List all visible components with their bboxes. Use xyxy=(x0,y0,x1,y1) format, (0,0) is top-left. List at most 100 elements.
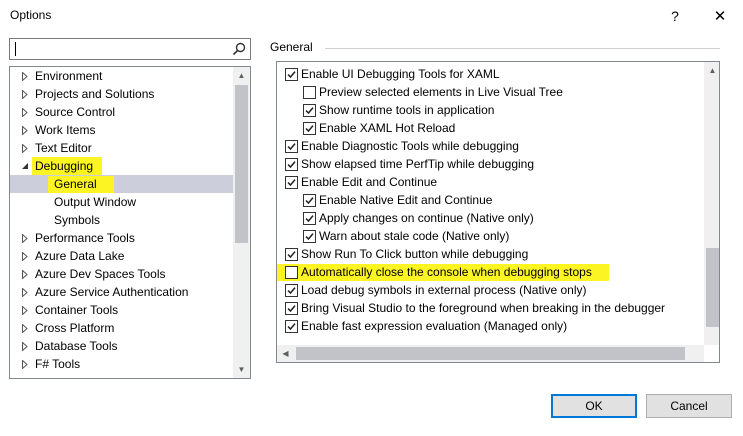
option-row[interactable]: Warn about stale code (Native only) xyxy=(277,227,704,245)
checkbox-unchecked[interactable] xyxy=(285,266,298,279)
option-label: Preview selected elements in Live Visual… xyxy=(319,85,563,99)
checkbox-checked[interactable] xyxy=(303,122,316,135)
checkbox-checked[interactable] xyxy=(303,104,316,117)
expand-arrow-icon[interactable] xyxy=(20,301,30,319)
checkbox-checked[interactable] xyxy=(285,68,298,81)
checkbox-checked[interactable] xyxy=(303,230,316,243)
tree-item-label: Source Control xyxy=(35,105,116,119)
expand-arrow-icon[interactable] xyxy=(20,337,30,355)
checkbox-checked[interactable] xyxy=(285,140,298,153)
option-label: Enable Native Edit and Continue xyxy=(319,193,493,207)
tree-item[interactable]: Symbols xyxy=(10,211,233,229)
tree-item-label: F# Tools xyxy=(35,357,81,371)
cancel-button[interactable]: Cancel xyxy=(646,394,732,418)
option-label: Enable XAML Hot Reload xyxy=(319,121,456,135)
tree-item[interactable]: Environment xyxy=(10,67,233,85)
checkbox-checked[interactable] xyxy=(285,248,298,261)
section-title: General xyxy=(270,40,313,54)
tree-item[interactable]: Azure Data Lake xyxy=(10,247,233,265)
option-row[interactable]: Load debug symbols in external process (… xyxy=(277,281,704,299)
search-input[interactable] xyxy=(18,40,228,58)
tree-item[interactable]: Debugging xyxy=(10,157,233,175)
tree-item[interactable]: Container Tools xyxy=(10,301,233,319)
checkbox-checked[interactable] xyxy=(303,212,316,225)
checkbox-checked[interactable] xyxy=(285,320,298,333)
tree-item-label: Work Items xyxy=(35,123,96,137)
option-row[interactable]: Enable Edit and Continue xyxy=(277,173,704,191)
expand-arrow-icon[interactable] xyxy=(20,265,30,283)
option-row[interactable]: Preview selected elements in Live Visual… xyxy=(277,83,704,101)
tree-item-label: Azure Data Lake xyxy=(35,249,125,263)
tree-item[interactable]: Source Control xyxy=(10,103,233,121)
close-button[interactable]: ✕ xyxy=(697,2,743,30)
tree-item[interactable]: Projects and Solutions xyxy=(10,85,233,103)
tree-item[interactable]: Azure Dev Spaces Tools xyxy=(10,265,233,283)
option-row[interactable]: Enable Native Edit and Continue xyxy=(277,191,704,209)
option-row[interactable]: Show runtime tools in application xyxy=(277,101,704,119)
help-button[interactable]: ? xyxy=(652,2,698,30)
options-horizontal-scrollbar[interactable]: ◀ xyxy=(277,345,704,362)
ok-button[interactable]: OK xyxy=(551,394,637,418)
scroll-up-arrow-icon[interactable]: ▲ xyxy=(704,62,719,79)
option-label: Automatically close the console when deb… xyxy=(301,265,592,279)
option-label: Enable fast expression evaluation (Manag… xyxy=(301,319,568,333)
tree-item[interactable]: Work Items xyxy=(10,121,233,139)
option-row[interactable]: Enable XAML Hot Reload xyxy=(277,119,704,137)
option-label: Warn about stale code (Native only) xyxy=(319,229,510,243)
options-hscroll-thumb[interactable] xyxy=(296,347,685,360)
tree-item-label: Projects and Solutions xyxy=(35,87,155,101)
scroll-left-arrow-icon[interactable]: ◀ xyxy=(277,345,294,362)
option-label: Load debug symbols in external process (… xyxy=(301,283,587,297)
options-vertical-scrollbar[interactable]: ▲ xyxy=(704,62,719,345)
checkbox-checked[interactable] xyxy=(285,302,298,315)
expand-arrow-icon[interactable] xyxy=(20,85,30,103)
expand-arrow-icon[interactable] xyxy=(20,355,30,373)
expand-arrow-icon[interactable] xyxy=(20,319,30,337)
collapse-arrow-icon[interactable] xyxy=(20,157,30,175)
scroll-up-arrow-icon[interactable]: ▲ xyxy=(233,67,250,84)
option-row[interactable]: Enable fast expression evaluation (Manag… xyxy=(277,317,704,335)
tree-item[interactable]: Cross Platform xyxy=(10,319,233,337)
tree-item[interactable]: Azure Service Authentication xyxy=(10,283,233,301)
expand-arrow-icon[interactable] xyxy=(20,283,30,301)
tree-scroll-thumb[interactable] xyxy=(235,85,248,243)
tree-scrollbar[interactable]: ▲ ▼ xyxy=(233,67,250,378)
option-row[interactable]: Show elapsed time PerfTip while debuggin… xyxy=(277,155,704,173)
expand-arrow-icon[interactable] xyxy=(20,67,30,85)
tree-item[interactable]: Output Window xyxy=(10,193,233,211)
scroll-down-arrow-icon[interactable]: ▼ xyxy=(233,361,250,378)
tree-item-label: Debugging xyxy=(35,159,94,173)
expand-arrow-icon[interactable] xyxy=(20,247,30,265)
expand-arrow-icon[interactable] xyxy=(20,121,30,139)
tree-item-label: Environment xyxy=(35,69,103,83)
option-row[interactable]: Automatically close the console when deb… xyxy=(277,263,704,281)
expand-arrow-icon[interactable] xyxy=(20,139,30,157)
search-icon[interactable] xyxy=(232,42,246,56)
option-row[interactable]: Bring Visual Studio to the foreground wh… xyxy=(277,299,704,317)
options-tree[interactable]: Environment Projects and Solutions Source … xyxy=(9,66,251,379)
checkbox-checked[interactable] xyxy=(303,194,316,207)
tree-item-label: Database Tools xyxy=(35,339,118,353)
tree-item[interactable]: F# Tools xyxy=(10,355,233,373)
tree-item[interactable]: Text Editor xyxy=(10,139,233,157)
tree-item[interactable]: General xyxy=(10,175,233,193)
option-row[interactable]: Enable Diagnostic Tools while debugging xyxy=(277,137,704,155)
checkbox-checked[interactable] xyxy=(285,158,298,171)
tree-item[interactable]: Performance Tools xyxy=(10,229,233,247)
option-row[interactable]: Enable UI Debugging Tools for XAML xyxy=(277,65,704,83)
option-label: Show runtime tools in application xyxy=(319,103,495,117)
checkbox-checked[interactable] xyxy=(285,176,298,189)
search-box[interactable] xyxy=(9,38,251,60)
expand-arrow-icon[interactable] xyxy=(20,229,30,247)
checkbox-unchecked[interactable] xyxy=(303,86,316,99)
option-row[interactable]: Apply changes on continue (Native only) xyxy=(277,209,704,227)
option-label: Apply changes on continue (Native only) xyxy=(319,211,534,225)
options-vscroll-thumb[interactable] xyxy=(706,248,719,327)
option-row[interactable]: Show Run To Click button while debugging xyxy=(277,245,704,263)
tree-item[interactable]: Database Tools xyxy=(10,337,233,355)
title-bar: Options ? ✕ xyxy=(0,0,743,32)
window-title: Options xyxy=(10,8,52,22)
checkbox-checked[interactable] xyxy=(285,284,298,297)
tree-items: Environment Projects and Solutions Source … xyxy=(10,67,233,373)
expand-arrow-icon[interactable] xyxy=(20,103,30,121)
